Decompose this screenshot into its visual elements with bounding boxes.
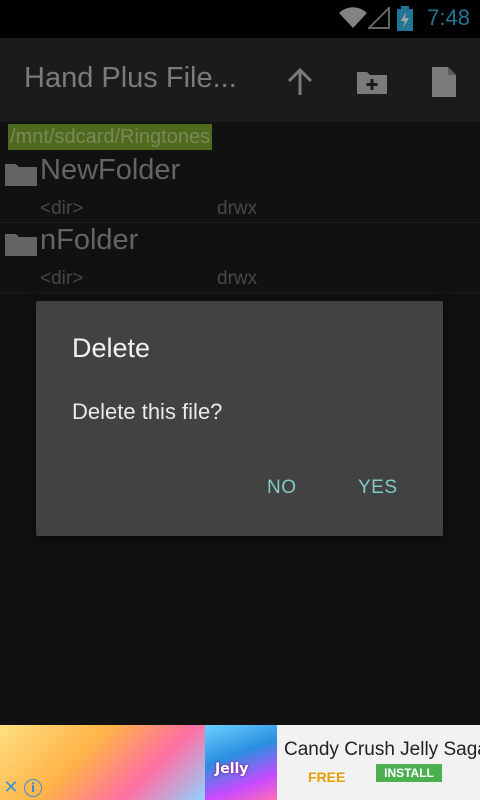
close-icon[interactable]: ✕: [2, 779, 20, 797]
ad-price: FREE: [308, 769, 346, 785]
info-icon[interactable]: i: [24, 779, 42, 797]
yes-button[interactable]: YES: [358, 477, 398, 499]
dialog-message: Delete this file?: [72, 399, 223, 424]
ad-banner[interactable]: Jelly Candy Crush Jelly Saga FREE INSTAL…: [0, 725, 480, 800]
install-button[interactable]: INSTALL: [376, 764, 442, 782]
ad-app-name[interactable]: Candy Crush Jelly Saga: [284, 739, 480, 761]
dialog-title: Delete: [72, 333, 151, 363]
delete-dialog: Delete Delete this file? NO YES: [36, 301, 443, 536]
no-button[interactable]: NO: [267, 477, 297, 499]
jelly-logo: Jelly: [215, 761, 249, 777]
ad-app-icon[interactable]: Jelly: [205, 725, 277, 800]
